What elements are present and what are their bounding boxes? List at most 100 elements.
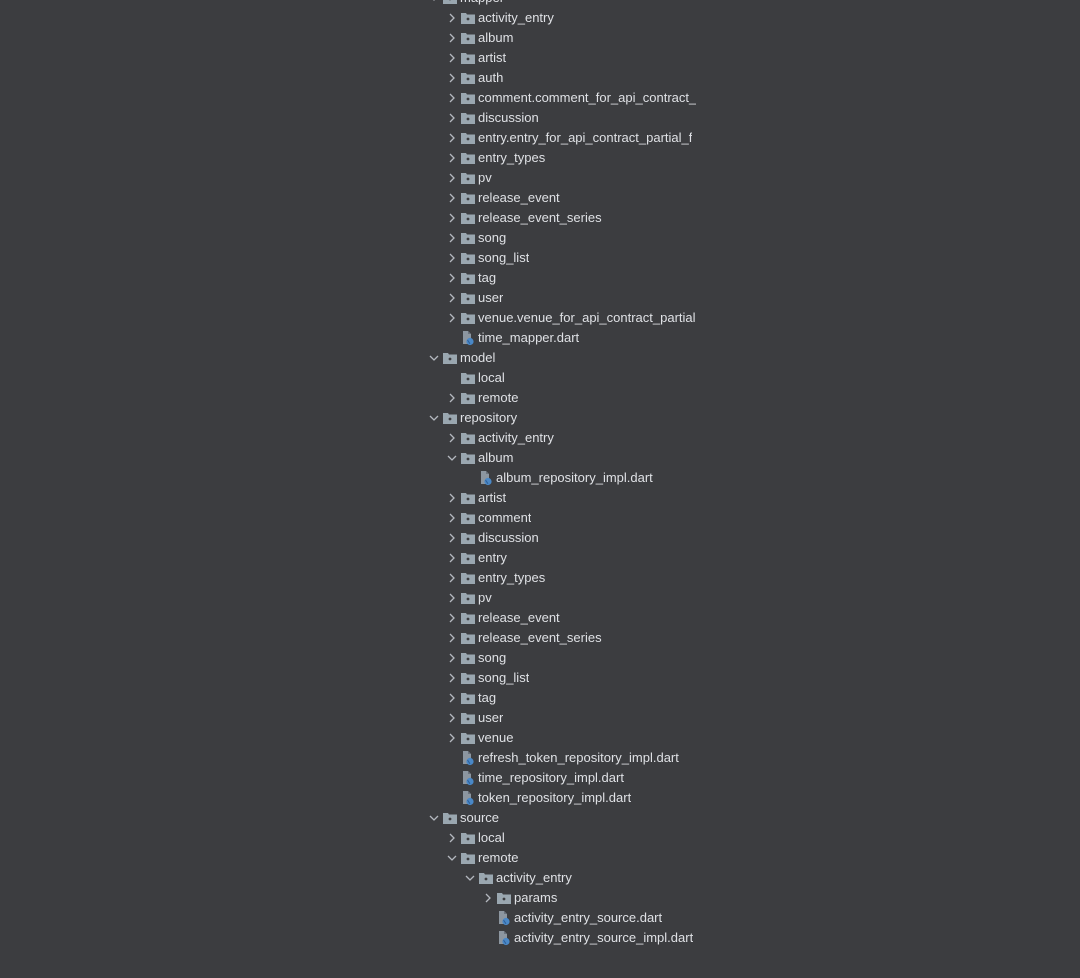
tree-folder-row[interactable]: discussion — [0, 528, 712, 548]
project-tree[interactable]: mapperactivity_entryalbumartistauthcomme… — [0, 0, 712, 978]
tree-folder-row[interactable]: artist — [0, 488, 712, 508]
chevron-right-icon[interactable] — [480, 890, 496, 906]
tree-item-label: entry_types — [478, 148, 545, 168]
tree-folder-row[interactable]: local — [0, 368, 712, 388]
tree-file-row[interactable]: album_repository_impl.dart — [0, 468, 712, 488]
tree-file-row[interactable]: token_repository_impl.dart — [0, 788, 712, 808]
tree-folder-row[interactable]: song_list — [0, 248, 712, 268]
chevron-right-icon[interactable] — [444, 70, 460, 86]
chevron-right-icon[interactable] — [444, 590, 460, 606]
chevron-right-icon[interactable] — [444, 610, 460, 626]
chevron-right-icon[interactable] — [444, 270, 460, 286]
chevron-right-icon[interactable] — [444, 570, 460, 586]
tree-item-label: token_repository_impl.dart — [478, 788, 631, 808]
tree-item-label: release_event — [478, 188, 560, 208]
chevron-right-icon[interactable] — [444, 510, 460, 526]
chevron-right-icon[interactable] — [444, 650, 460, 666]
tree-file-row[interactable]: activity_entry_source.dart — [0, 908, 712, 928]
tree-folder-row[interactable]: album — [0, 448, 712, 468]
chevron-right-icon[interactable] — [444, 670, 460, 686]
tree-folder-row[interactable]: user — [0, 288, 712, 308]
folder-icon — [442, 810, 458, 826]
chevron-right-icon[interactable] — [444, 110, 460, 126]
chevron-right-icon[interactable] — [444, 630, 460, 646]
chevron-right-icon[interactable] — [444, 310, 460, 326]
tree-folder-row[interactable]: entry.entry_for_api_contract_partial_f — [0, 128, 712, 148]
tree-folder-row[interactable]: activity_entry — [0, 8, 712, 28]
tree-folder-row[interactable]: activity_entry — [0, 868, 712, 888]
tree-folder-row[interactable]: entry_types — [0, 148, 712, 168]
tree-item-label: user — [478, 708, 503, 728]
chevron-right-icon[interactable] — [444, 190, 460, 206]
tree-folder-row[interactable]: model — [0, 348, 712, 368]
tree-folder-row[interactable]: entry_types — [0, 568, 712, 588]
tree-folder-row[interactable]: discussion — [0, 108, 712, 128]
tree-folder-row[interactable]: mapper — [0, 0, 712, 8]
chevron-right-icon[interactable] — [444, 130, 460, 146]
chevron-right-icon[interactable] — [444, 430, 460, 446]
chevron-right-icon[interactable] — [444, 10, 460, 26]
chevron-right-icon[interactable] — [444, 250, 460, 266]
tree-folder-row[interactable]: release_event — [0, 188, 712, 208]
chevron-right-icon[interactable] — [444, 390, 460, 406]
chevron-right-icon[interactable] — [444, 530, 460, 546]
chevron-down-icon[interactable] — [426, 0, 442, 6]
tree-folder-row[interactable]: user — [0, 708, 712, 728]
tree-folder-row[interactable]: activity_entry — [0, 428, 712, 448]
chevron-right-icon[interactable] — [444, 90, 460, 106]
chevron-right-icon[interactable] — [444, 490, 460, 506]
tree-item-label: venue.venue_for_api_contract_partial — [478, 308, 696, 328]
tree-file-row[interactable]: refresh_token_repository_impl.dart — [0, 748, 712, 768]
tree-folder-row[interactable]: tag — [0, 268, 712, 288]
chevron-right-icon[interactable] — [444, 170, 460, 186]
tree-folder-row[interactable]: song — [0, 228, 712, 248]
chevron-right-icon[interactable] — [444, 210, 460, 226]
tree-folder-row[interactable]: artist — [0, 48, 712, 68]
tree-folder-row[interactable]: album — [0, 28, 712, 48]
tree-folder-row[interactable]: release_event — [0, 608, 712, 628]
chevron-down-icon[interactable] — [444, 450, 460, 466]
tree-folder-row[interactable]: params — [0, 888, 712, 908]
chevron-placeholder — [444, 750, 460, 766]
tree-folder-row[interactable]: release_event_series — [0, 628, 712, 648]
tree-folder-row[interactable]: venue.venue_for_api_contract_partial — [0, 308, 712, 328]
chevron-right-icon[interactable] — [444, 710, 460, 726]
chevron-right-icon[interactable] — [444, 690, 460, 706]
tree-file-row[interactable]: time_repository_impl.dart — [0, 768, 712, 788]
tree-folder-row[interactable]: pv — [0, 588, 712, 608]
chevron-right-icon[interactable] — [444, 50, 460, 66]
tree-folder-row[interactable]: song_list — [0, 668, 712, 688]
tree-file-row[interactable]: activity_entry_source_impl.dart — [0, 928, 712, 948]
tree-folder-row[interactable]: local — [0, 828, 712, 848]
chevron-down-icon[interactable] — [444, 850, 460, 866]
chevron-right-icon[interactable] — [444, 230, 460, 246]
tree-item-label: activity_entry — [478, 8, 554, 28]
chevron-right-icon[interactable] — [444, 730, 460, 746]
tree-folder-row[interactable]: auth — [0, 68, 712, 88]
chevron-right-icon[interactable] — [444, 290, 460, 306]
tree-folder-row[interactable]: release_event_series — [0, 208, 712, 228]
tree-folder-row[interactable]: song — [0, 648, 712, 668]
chevron-down-icon[interactable] — [426, 410, 442, 426]
tree-folder-row[interactable]: comment — [0, 508, 712, 528]
tree-item-label: activity_entry_source_impl.dart — [514, 928, 693, 948]
chevron-down-icon[interactable] — [462, 870, 478, 886]
tree-folder-row[interactable]: pv — [0, 168, 712, 188]
chevron-down-icon[interactable] — [426, 350, 442, 366]
tree-folder-row[interactable]: entry — [0, 548, 712, 568]
chevron-right-icon[interactable] — [444, 30, 460, 46]
tree-folder-row[interactable]: venue — [0, 728, 712, 748]
tree-item-label: song — [478, 228, 506, 248]
chevron-right-icon[interactable] — [444, 550, 460, 566]
tree-folder-row[interactable]: tag — [0, 688, 712, 708]
tree-folder-row[interactable]: remote — [0, 848, 712, 868]
tree-folder-row[interactable]: repository — [0, 408, 712, 428]
chevron-down-icon[interactable] — [426, 810, 442, 826]
chevron-right-icon[interactable] — [444, 150, 460, 166]
tree-folder-row[interactable]: source — [0, 808, 712, 828]
chevron-right-icon[interactable] — [444, 830, 460, 846]
tree-file-row[interactable]: time_mapper.dart — [0, 328, 712, 348]
tree-item-label: album_repository_impl.dart — [496, 468, 653, 488]
tree-folder-row[interactable]: comment.comment_for_api_contract_ — [0, 88, 712, 108]
tree-folder-row[interactable]: remote — [0, 388, 712, 408]
